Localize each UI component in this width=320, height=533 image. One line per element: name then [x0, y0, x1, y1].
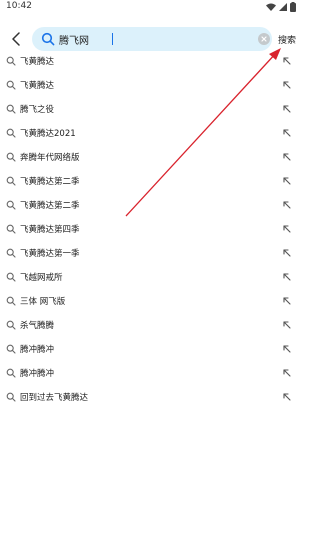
search-icon — [6, 56, 16, 66]
search-icon — [6, 80, 16, 90]
suggestion-item[interactable]: 三体 网飞版 — [0, 290, 300, 314]
search-input[interactable] — [59, 29, 249, 49]
arrow-up-left-icon[interactable] — [281, 151, 293, 163]
search-submit-button[interactable]: 搜索 — [278, 33, 296, 46]
suggestion-item[interactable]: 杀气腾腾 — [0, 314, 300, 338]
search-icon — [6, 224, 16, 234]
back-button[interactable] — [6, 28, 26, 50]
arrow-up-left-icon[interactable] — [281, 175, 293, 187]
suggestion-label: 三体 网飞版 — [20, 297, 66, 307]
suggestion-label: 飞黄腾达2021 — [20, 129, 76, 139]
arrow-up-left-icon[interactable] — [281, 271, 293, 283]
text-cursor — [112, 33, 113, 45]
suggestion-item[interactable]: 飞黄腾达2021 — [0, 122, 300, 146]
status-icons — [266, 2, 296, 12]
suggestion-item[interactable]: 飞越网戒所 — [0, 266, 300, 290]
suggestion-label: 飞黄腾达 — [20, 81, 55, 91]
search-box[interactable] — [32, 27, 272, 51]
suggestion-label: 腾冲腾冲 — [20, 345, 55, 355]
suggestion-item[interactable]: 飞黄腾达 — [0, 50, 300, 74]
suggestion-label: 飞黄腾达 — [20, 57, 55, 67]
search-icon — [6, 128, 16, 138]
arrow-up-left-icon[interactable] — [281, 55, 293, 67]
suggestion-list: 飞黄腾达 飞黄腾达 腾飞之役 飞黄腾达2021 奔腾年代网络版 飞黄腾达第二季 … — [0, 50, 300, 410]
suggestion-item[interactable]: 飞黄腾达第二季 — [0, 170, 300, 194]
suggestion-item[interactable]: 飞黄腾达第一季 — [0, 242, 300, 266]
arrow-up-left-icon[interactable] — [281, 223, 293, 235]
status-time: 10:42 — [6, 1, 32, 11]
chevron-left-icon — [12, 32, 20, 46]
arrow-up-left-icon[interactable] — [281, 295, 293, 307]
clear-icon — [261, 36, 267, 42]
arrow-up-left-icon[interactable] — [281, 199, 293, 211]
arrow-up-left-icon[interactable] — [281, 319, 293, 331]
suggestion-label: 飞黄腾达第一季 — [20, 249, 80, 259]
arrow-up-left-icon[interactable] — [281, 367, 293, 379]
suggestion-label: 奔腾年代网络版 — [20, 153, 80, 163]
search-icon — [6, 368, 16, 378]
arrow-up-left-icon[interactable] — [281, 343, 293, 355]
arrow-up-left-icon[interactable] — [281, 79, 293, 91]
wifi-icon — [266, 3, 276, 11]
suggestion-item[interactable]: 回到过去飞黄腾达 — [0, 386, 300, 410]
search-icon — [6, 176, 16, 186]
suggestion-item[interactable]: 腾冲腾冲 — [0, 338, 300, 362]
search-icon — [6, 320, 16, 330]
search-icon — [6, 344, 16, 354]
suggestion-item[interactable]: 飞黄腾达 — [0, 74, 300, 98]
suggestion-item[interactable]: 飞黄腾达第四季 — [0, 218, 300, 242]
arrow-up-left-icon[interactable] — [281, 247, 293, 259]
search-icon — [6, 296, 16, 306]
suggestion-label: 回到过去飞黄腾达 — [20, 393, 89, 403]
suggestion-label: 腾冲腾冲 — [20, 369, 55, 379]
suggestion-item[interactable]: 腾飞之役 — [0, 98, 300, 122]
arrow-up-left-icon[interactable] — [281, 391, 293, 403]
arrow-up-left-icon[interactable] — [281, 127, 293, 139]
suggestion-item[interactable]: 腾冲腾冲 — [0, 362, 300, 386]
suggestion-label: 飞黄腾达第二季 — [20, 201, 80, 211]
status-bar: 10:42 — [0, 0, 300, 14]
suggestion-item[interactable]: 奔腾年代网络版 — [0, 146, 300, 170]
battery-icon — [290, 2, 296, 12]
suggestion-label: 杀气腾腾 — [20, 321, 55, 331]
search-icon — [6, 104, 16, 114]
search-icon — [6, 248, 16, 258]
suggestion-item[interactable]: 飞黄腾达第二季 — [0, 194, 300, 218]
search-icon — [6, 392, 16, 402]
search-icon — [6, 200, 16, 210]
suggestion-label: 飞黄腾达第四季 — [20, 225, 80, 235]
search-icon — [6, 272, 16, 282]
search-icon — [41, 32, 55, 46]
suggestion-label: 飞黄腾达第二季 — [20, 177, 80, 187]
signal-icon — [279, 3, 287, 11]
search-icon — [6, 152, 16, 162]
suggestion-label: 飞越网戒所 — [20, 273, 63, 283]
arrow-up-left-icon[interactable] — [281, 103, 293, 115]
clear-button[interactable] — [258, 33, 270, 45]
suggestion-label: 腾飞之役 — [20, 105, 55, 115]
